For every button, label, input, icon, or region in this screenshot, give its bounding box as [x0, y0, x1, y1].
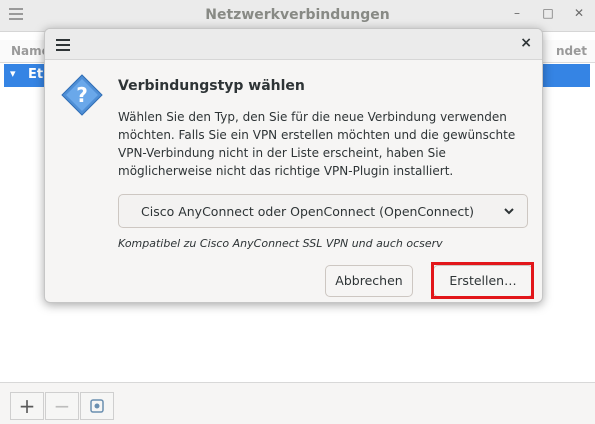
column-header-used[interactable]: ndet	[556, 44, 587, 58]
svg-text:?: ?	[76, 83, 88, 107]
highlight-box	[431, 262, 534, 299]
settings-button[interactable]	[80, 392, 114, 420]
minimize-icon[interactable]: –	[510, 6, 524, 20]
chevron-down-icon	[504, 208, 514, 215]
connection-type-dropdown[interactable]: Cisco AnyConnect oder OpenConnect (OpenC…	[118, 194, 528, 228]
question-icon: ?	[61, 74, 103, 116]
compatibility-hint: Kompatibel zu Cisco AnyConnect SSL VPN u…	[118, 237, 443, 250]
hamburger-menu-icon[interactable]	[56, 39, 70, 51]
dialog-description: Wählen Sie den Typ, den Sie für die neue…	[118, 110, 516, 178]
dialog-titlebar: ×	[45, 29, 542, 60]
remove-connection-button[interactable]: −	[45, 392, 79, 420]
add-connection-button[interactable]: +	[10, 392, 44, 420]
dialog-heading: Verbindungstyp wählen	[118, 78, 305, 94]
chevron-down-icon: ▾	[10, 67, 16, 80]
close-window-icon[interactable]: ✕	[572, 6, 586, 20]
maximize-icon[interactable]: □	[541, 6, 555, 20]
dropdown-selected-value: Cisco AnyConnect oder OpenConnect (OpenC…	[141, 204, 474, 219]
close-icon[interactable]: ×	[520, 35, 532, 51]
bottom-toolbar: + −	[0, 382, 595, 424]
cancel-button[interactable]: Abbrechen	[325, 265, 413, 297]
gear-icon	[90, 399, 104, 413]
window-title: Netzwerkverbindungen	[205, 7, 390, 23]
connection-type-dialog: × ? Verbindungstyp wählen Wählen Sie den…	[44, 28, 543, 303]
